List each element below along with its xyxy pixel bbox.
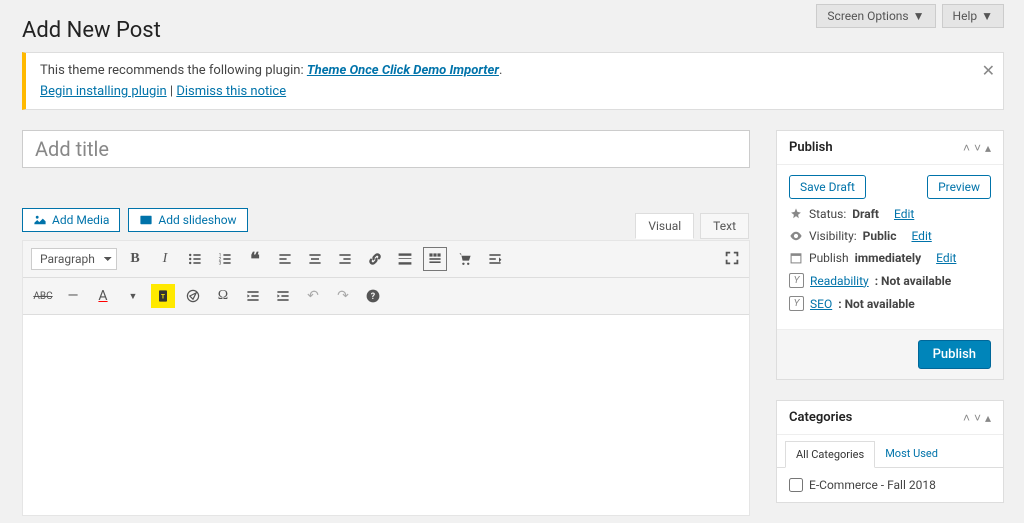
tab-most-used[interactable]: Most Used [875,441,948,467]
tab-text[interactable]: Text [700,213,749,239]
preview-button[interactable]: Preview [927,175,991,199]
bullet-list-icon[interactable] [183,247,207,271]
category-checkbox[interactable] [789,478,803,492]
slideshow-icon [139,213,153,227]
insert-icon[interactable] [483,247,507,271]
publish-button[interactable]: Publish [918,340,991,369]
italic-icon[interactable]: I [153,247,177,271]
special-char-icon[interactable]: Ω [211,284,235,308]
align-right-icon[interactable] [333,247,357,271]
begin-install-link[interactable]: Begin installing plugin [40,84,167,99]
svg-text:T: T [161,292,165,300]
plugin-link[interactable]: Theme Once Click Demo Importer [307,63,499,78]
indent-icon[interactable] [271,284,295,308]
format-select[interactable]: Paragraph [31,248,117,270]
chevron-down-icon[interactable]: ˅ [974,141,981,155]
categories-box: Categories ˄ ˅ ▴ All Categories Most Use… [776,400,1004,503]
add-media-button[interactable]: Add Media [22,208,120,232]
align-left-icon[interactable] [273,247,297,271]
publish-box: Publish ˄ ˅ ▴ Save Draft Preview Status:… [776,130,1004,380]
editor: Visual Text Paragraph B I 123 ❝ ABC — A … [22,240,750,516]
undo-icon[interactable]: ↶ [301,284,325,308]
post-title-input[interactable] [22,130,750,168]
quote-icon[interactable]: ❝ [243,247,267,271]
yoast-icon: Y [789,296,804,311]
edit-status-link[interactable]: Edit [894,207,914,221]
chevron-up-icon[interactable]: ˄ [963,141,970,155]
read-more-icon[interactable] [393,247,417,271]
link-icon[interactable] [363,247,387,271]
cart-icon[interactable] [453,247,477,271]
seo-link[interactable]: SEO [810,297,832,311]
outdent-icon[interactable] [241,284,265,308]
text-color-icon[interactable]: A [91,284,115,308]
edit-visibility-link[interactable]: Edit [911,229,931,243]
paste-text-icon[interactable]: T [151,284,175,308]
hr-icon[interactable]: — [61,284,85,308]
categories-box-title: Categories [789,410,852,425]
eye-icon [789,229,803,243]
redo-icon[interactable]: ↷ [331,284,355,308]
svg-text:?: ? [371,292,376,302]
media-icon [33,213,47,227]
help-icon[interactable]: ? [361,284,385,308]
tab-visual[interactable]: Visual [635,213,694,239]
text-color-dropdown-icon[interactable]: ▼ [121,284,145,308]
chevron-up-icon[interactable]: ˄ [963,411,970,425]
clear-format-icon[interactable] [181,284,205,308]
edit-schedule-link[interactable]: Edit [936,251,956,265]
align-center-icon[interactable] [303,247,327,271]
fullscreen-icon[interactable] [723,249,741,271]
chevron-down-icon[interactable]: ˅ [974,411,981,425]
tab-all-categories[interactable]: All Categories [785,441,875,468]
caret-down-icon: ▼ [913,9,925,23]
calendar-icon [789,251,803,265]
strike-icon[interactable]: ABC [31,284,55,308]
admin-notice: This theme recommends the following plug… [22,52,1004,110]
svg-text:3: 3 [219,261,222,267]
save-draft-button[interactable]: Save Draft [789,175,866,199]
category-item[interactable]: E-Commerce - Fall 2018 [789,478,991,492]
help-button[interactable]: Help ▼ [942,4,1004,28]
toolbar-toggle-icon[interactable] [423,247,447,271]
caret-up-icon[interactable]: ▴ [985,141,991,155]
caret-up-icon[interactable]: ▴ [985,411,991,425]
yoast-icon: Y [789,273,804,288]
close-icon[interactable]: ✕ [982,61,995,80]
readability-link[interactable]: Readability [810,274,869,288]
editor-content[interactable] [23,315,749,515]
add-slideshow-button[interactable]: Add slideshow [128,208,247,232]
caret-down-icon: ▼ [981,9,993,23]
dismiss-notice-link[interactable]: Dismiss this notice [176,84,286,99]
pin-icon [789,207,803,221]
screen-options-button[interactable]: Screen Options ▼ [816,4,935,28]
publish-box-title: Publish [789,140,833,155]
page-title: Add New Post [22,18,161,43]
bold-icon[interactable]: B [123,247,147,271]
number-list-icon[interactable]: 123 [213,247,237,271]
